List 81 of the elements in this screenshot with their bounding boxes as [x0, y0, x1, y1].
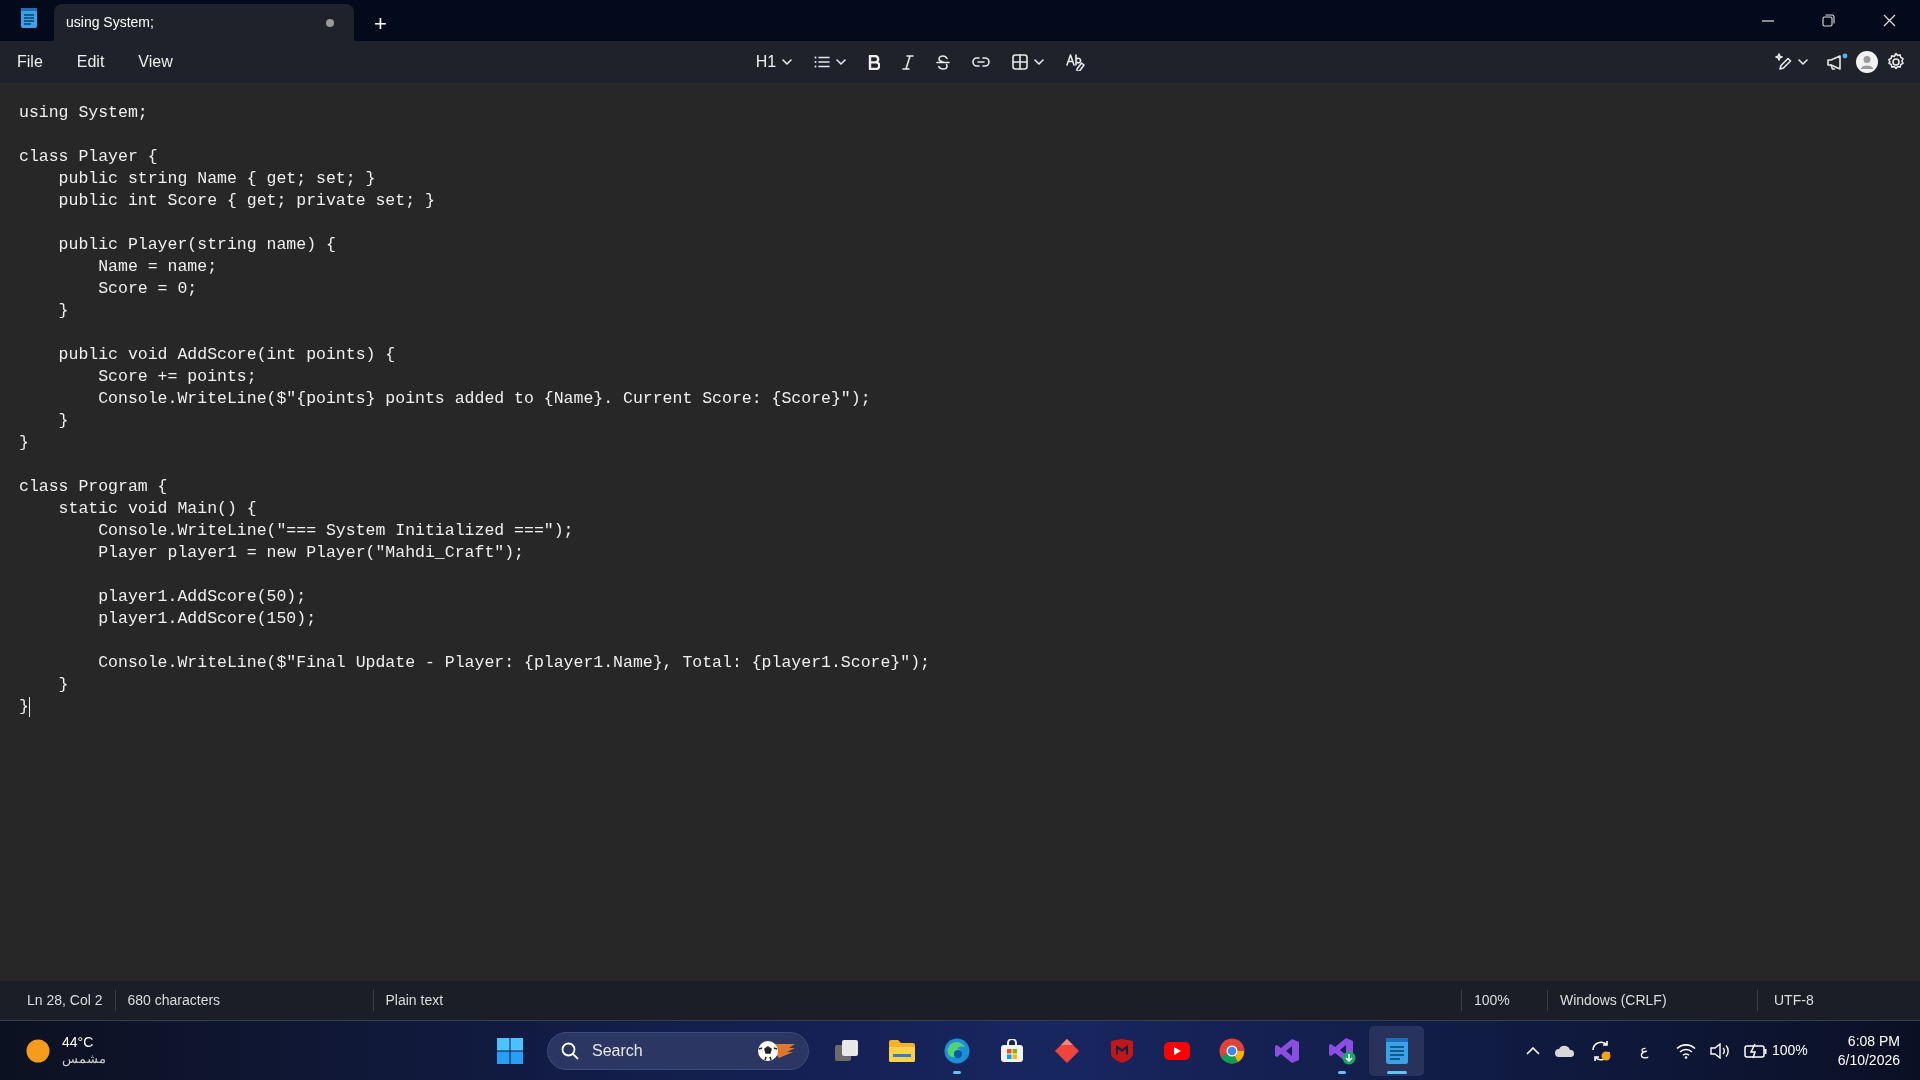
code-line: class Player { — [19, 147, 158, 166]
close-icon[interactable] — [1883, 14, 1896, 27]
minimize-icon[interactable] — [1762, 19, 1774, 22]
code-line: Console.WriteLine($"{points} points added to {Name}. Current Score: {Score}"); — [97, 389, 871, 408]
code-line: Player player1 = new Player("Mahdi_Craft"); — [97, 543, 524, 562]
search-icon — [561, 1041, 579, 1060]
shield-icon[interactable] — [1109, 1037, 1134, 1064]
sparkle-pen-icon[interactable] — [1774, 53, 1792, 71]
code-line: Score = 0; — [97, 279, 198, 298]
strikethrough-icon[interactable] — [936, 54, 951, 70]
code-line: public string Name { get; set; } — [57, 169, 376, 188]
chevron-down-icon — [1034, 59, 1045, 65]
battery-percentage: 100% — [1771, 1041, 1808, 1060]
code-line: } — [57, 675, 69, 694]
code-line: player1.AddScore(150); — [97, 609, 317, 628]
chevron-down-icon — [836, 59, 847, 65]
document-tab[interactable]: using System; — [54, 4, 354, 41]
menu-item[interactable]: File — [8, 46, 52, 78]
avatar-icon[interactable] — [1856, 51, 1878, 73]
speaker-icon[interactable] — [1709, 1042, 1730, 1059]
clock-date[interactable]: 6/10/2026 — [1837, 1050, 1900, 1070]
italic-icon[interactable] — [902, 54, 915, 70]
code-line: Console.WriteLine($"Final Update - Player: {player1.Name}, Total: {player1.Score}"); — [97, 653, 930, 672]
chevron-down-icon — [1798, 59, 1808, 65]
input-language[interactable]: ع — [1639, 1040, 1648, 1061]
clock-time[interactable]: 6:08 PM — [1837, 1031, 1900, 1051]
shopping-bag-icon[interactable] — [999, 1038, 1024, 1063]
code-line: public int Score { get; private set; } — [57, 191, 435, 210]
code-line: Score += points; — [97, 367, 257, 386]
battery-charging-icon[interactable] — [1743, 1042, 1768, 1059]
code-line: public void AddScore(int points) { — [57, 345, 396, 364]
megaphone-icon[interactable] — [1826, 53, 1848, 71]
soccer-ball-icon — [757, 1039, 797, 1062]
code-line: Name = name; — [97, 257, 218, 276]
cursor-position: Ln 28, Col 2 — [26, 991, 104, 1010]
spellcheck-icon[interactable] — [1066, 53, 1086, 71]
wifi-icon[interactable] — [1675, 1042, 1696, 1059]
text-format: Plain text — [372, 990, 456, 1011]
diamond-icon[interactable] — [1053, 1037, 1080, 1064]
link-icon[interactable] — [972, 57, 991, 67]
cloud-icon[interactable] — [1553, 1043, 1576, 1058]
weather-condition: مشمس — [62, 1051, 106, 1068]
heading-dropdown[interactable]: H1 — [745, 46, 803, 78]
notepad-icon — [20, 7, 38, 29]
code-line: } — [19, 433, 29, 452]
play-icon[interactable] — [1163, 1040, 1190, 1061]
folder-icon[interactable] — [887, 1038, 916, 1063]
search-field[interactable]: Search — [547, 1031, 809, 1070]
zoom-level: 100% — [1461, 990, 1547, 1011]
bold-icon[interactable] — [868, 54, 881, 70]
windows-icon[interactable] — [496, 1037, 523, 1064]
chevron-down-icon — [782, 59, 793, 65]
menu-item[interactable]: Edit — [67, 46, 114, 78]
ribbon-icon[interactable] — [1273, 1037, 1300, 1064]
overlapping-windows-icon[interactable] — [833, 1038, 860, 1063]
new-tab-button[interactable]: + — [368, 12, 393, 36]
encoding-type: UTF-8 — [1757, 990, 1920, 1011]
sync-icon[interactable] — [1589, 1039, 1612, 1062]
code-line: using System; — [19, 103, 148, 122]
table-icon[interactable] — [1012, 54, 1029, 70]
temperature: 44°C — [62, 1033, 95, 1052]
menu-item[interactable]: View — [129, 46, 182, 78]
swirl-icon[interactable] — [943, 1037, 970, 1064]
settings-icon[interactable] — [1886, 52, 1906, 72]
code-line: } — [57, 301, 69, 320]
bullet-list-icon — [814, 56, 831, 68]
chevron-up-icon[interactable] — [1525, 1046, 1540, 1055]
line-ending-type: Windows (CRLF) — [1547, 990, 1757, 1011]
sun-icon — [26, 1038, 50, 1063]
colored-circle-icon[interactable] — [1218, 1037, 1245, 1064]
character-count: 680 characters — [114, 990, 373, 1011]
code-line: public Player(string name) { — [57, 235, 336, 254]
code-line: } — [19, 697, 29, 716]
restore-icon[interactable] — [1822, 14, 1835, 27]
code-line: Console.WriteLine("=== System Initialized ==="); — [97, 521, 574, 540]
notepad-icon[interactable] — [1384, 1036, 1409, 1065]
code-line: static void Main() { — [57, 499, 257, 518]
ribbon-download-icon[interactable] — [1327, 1036, 1356, 1065]
code-line: } — [57, 411, 69, 430]
code-line: class Program { — [19, 477, 168, 496]
code-line: player1.AddScore(50); — [97, 587, 307, 606]
